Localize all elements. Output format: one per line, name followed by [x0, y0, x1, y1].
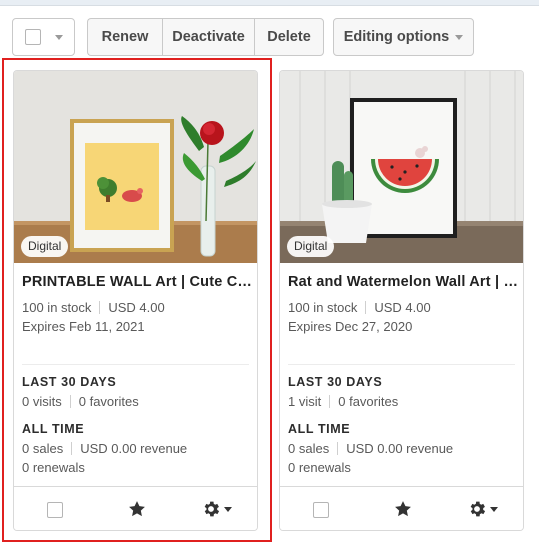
top-notice-strip — [0, 0, 539, 6]
visits-count: 1 visit — [288, 394, 322, 409]
price: USD 4.00 — [374, 300, 431, 315]
sales-count: 0 sales — [288, 441, 330, 456]
last-30-days-heading: LAST 30 DAYS — [288, 375, 383, 389]
stock-count: 100 in stock — [288, 300, 358, 315]
last-30-days-stats: 1 visit 0 favorites — [288, 394, 398, 409]
separator — [337, 442, 339, 455]
revenue: USD 0.00 revenue — [346, 441, 454, 456]
select-all-dropdown[interactable] — [12, 18, 75, 56]
chevron-down-icon — [55, 34, 63, 40]
delete-button[interactable]: Delete — [254, 18, 324, 56]
selection-highlight — [2, 58, 272, 542]
chevron-down-icon — [455, 34, 464, 40]
settings-menu-button[interactable] — [467, 499, 499, 519]
favorites-count: 0 favorites — [338, 394, 399, 409]
all-time-stats: 0 sales USD 0.00 revenue — [288, 441, 453, 456]
editing-options-button[interactable]: Editing options — [333, 18, 474, 56]
listing-title[interactable]: Rat and Watermelon Wall Art | Boho Print — [288, 274, 518, 290]
star-icon[interactable] — [393, 499, 413, 519]
separator — [329, 395, 331, 408]
listing-card[interactable]: Digital Rat and Watermelon Wall Art | Bo… — [279, 70, 524, 531]
deactivate-button[interactable]: Deactivate — [162, 18, 254, 56]
renewals-count: 0 renewals — [288, 460, 351, 475]
bulk-action-group: Renew Deactivate Delete — [87, 18, 324, 56]
divider — [288, 364, 515, 365]
listing-checkbox[interactable] — [313, 502, 329, 518]
renew-button[interactable]: Renew — [87, 18, 162, 56]
digital-badge: Digital — [287, 236, 335, 257]
expiry-date: Expires Dec 27, 2020 — [288, 319, 413, 334]
gear-icon — [470, 501, 486, 517]
card-footer — [280, 486, 523, 530]
editing-options-label: Editing options — [343, 29, 450, 45]
separator — [365, 301, 367, 314]
stock-price-row: 100 in stock USD 4.00 — [288, 300, 431, 315]
listing-image[interactable]: Digital — [280, 71, 523, 263]
select-all-checkbox[interactable] — [25, 29, 41, 45]
chevron-down-icon — [490, 506, 498, 512]
all-time-heading: ALL TIME — [288, 422, 351, 436]
